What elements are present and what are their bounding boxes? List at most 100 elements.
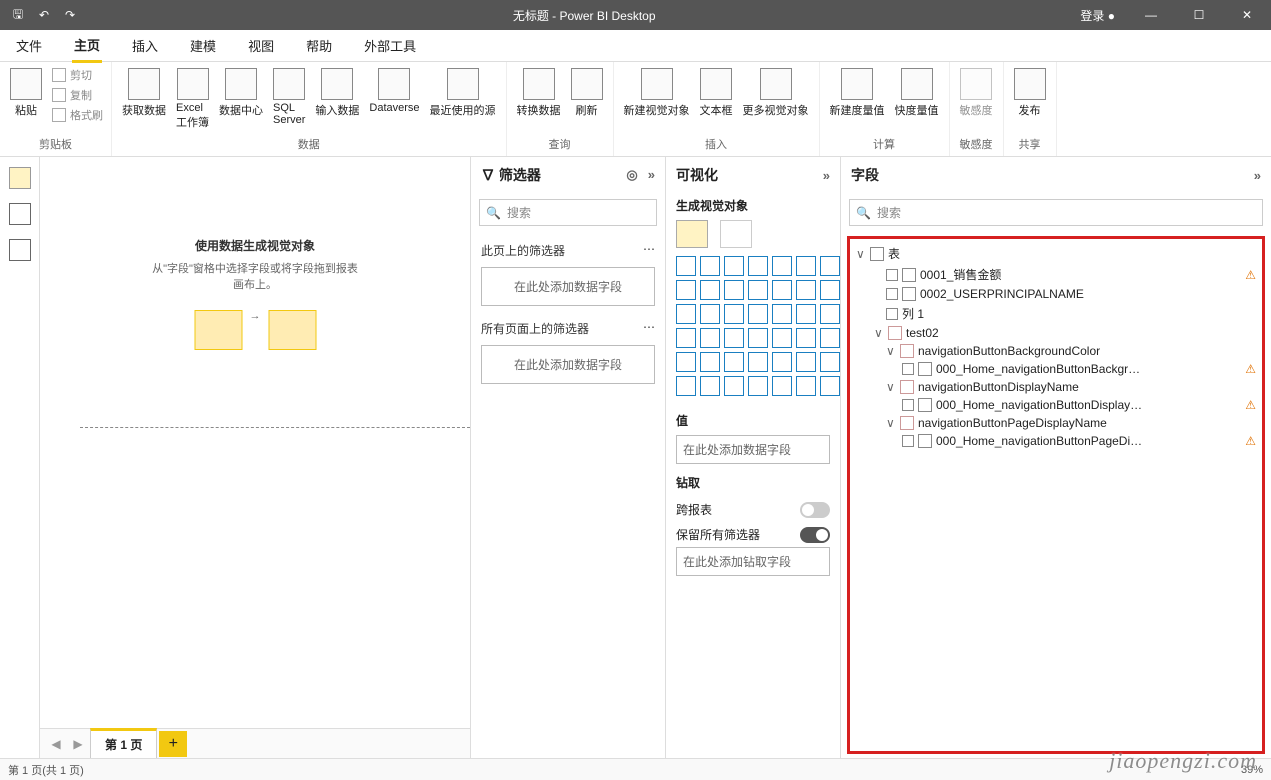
field-navigationButtonDisplayName[interactable]: ∨navigationButtonDisplayName — [852, 378, 1260, 396]
field-列 1[interactable]: 列 1 — [852, 303, 1260, 324]
all-pages-filter-drop[interactable]: 在此处添加数据字段 — [481, 345, 655, 384]
paste-button[interactable]: 粘贴 — [6, 66, 46, 120]
viz-type-18[interactable] — [772, 304, 792, 324]
tab-view[interactable]: 视图 — [246, 30, 276, 61]
copy-button[interactable]: 复制 — [50, 86, 105, 104]
viz-type-35[interactable] — [676, 376, 696, 396]
build-visual-mode[interactable] — [676, 220, 708, 248]
viz-type-27[interactable] — [820, 328, 840, 348]
field-000_Home_navigationButtonPageDi…[interactable]: 000_Home_navigationButtonPageDi…⚠ — [852, 432, 1260, 450]
add-page-button[interactable]: + — [159, 731, 187, 757]
viz-type-31[interactable] — [748, 352, 768, 372]
close-icon[interactable]: ✕ — [1225, 0, 1269, 30]
viz-type-29[interactable] — [700, 352, 720, 372]
field-0002_USERPRINCIPALNAME[interactable]: 0002_USERPRINCIPALNAME — [852, 285, 1260, 303]
tab-external[interactable]: 外部工具 — [362, 30, 418, 61]
viz-type-12[interactable] — [796, 280, 816, 300]
viz-type-17[interactable] — [748, 304, 768, 324]
save-icon[interactable]: 🖫 — [6, 3, 30, 27]
viz-type-32[interactable] — [772, 352, 792, 372]
page-tab-1[interactable]: 第 1 页 — [90, 728, 157, 758]
viz-type-4[interactable] — [772, 256, 792, 276]
tab-insert[interactable]: 插入 — [130, 30, 160, 61]
calc-btn-1[interactable]: 快度量值 — [891, 66, 943, 120]
filter-search-input[interactable]: 🔍 搜索 — [479, 199, 657, 226]
viz-type-16[interactable] — [724, 304, 744, 324]
field-000_Home_navigationButtonDisplay…[interactable]: 000_Home_navigationButtonDisplay…⚠ — [852, 396, 1260, 414]
report-view-icon[interactable] — [9, 167, 31, 189]
query-btn-0[interactable]: 转换数据 — [513, 66, 565, 120]
viz-type-33[interactable] — [796, 352, 816, 372]
viz-type-5[interactable] — [796, 256, 816, 276]
field-test02[interactable]: ∨test02 — [852, 324, 1260, 342]
data-view-icon[interactable] — [9, 203, 31, 225]
viz-type-3[interactable] — [748, 256, 768, 276]
publish-button[interactable]: 发布 — [1010, 66, 1050, 120]
tab-help[interactable]: 帮助 — [304, 30, 334, 61]
redo-icon[interactable]: ↷ — [58, 3, 82, 27]
viz-type-8[interactable] — [700, 280, 720, 300]
tab-file[interactable]: 文件 — [14, 30, 44, 61]
viz-type-30[interactable] — [724, 352, 744, 372]
cut-button[interactable]: 剪切 — [50, 66, 105, 84]
format-visual-mode[interactable] — [720, 220, 752, 248]
tab-model[interactable]: 建模 — [188, 30, 218, 61]
data-btn-4[interactable]: 输入数据 — [311, 66, 363, 120]
viz-type-14[interactable] — [676, 304, 696, 324]
insert-btn-1[interactable]: 文本框 — [696, 66, 737, 120]
values-drop[interactable]: 在此处添加数据字段 — [676, 435, 830, 464]
viz-type-2[interactable] — [724, 256, 744, 276]
insert-btn-2[interactable]: 更多视觉对象 — [739, 66, 813, 120]
viz-type-28[interactable] — [676, 352, 696, 372]
undo-icon[interactable]: ↶ — [32, 3, 56, 27]
login-button[interactable]: 登录 ● — [1080, 7, 1115, 24]
tab-home[interactable]: 主页 — [72, 29, 102, 63]
viz-type-9[interactable] — [724, 280, 744, 300]
viz-type-38[interactable] — [748, 376, 768, 396]
collapse-viz-icon[interactable]: » — [823, 168, 830, 183]
viz-type-7[interactable] — [676, 280, 696, 300]
viz-type-1[interactable] — [700, 256, 720, 276]
viz-type-13[interactable] — [820, 280, 840, 300]
drill-drop[interactable]: 在此处添加钻取字段 — [676, 547, 830, 576]
data-btn-1[interactable]: Excel工作簿 — [172, 66, 213, 132]
viz-type-23[interactable] — [724, 328, 744, 348]
page-next-icon[interactable]: ▶ — [68, 737, 88, 751]
table-node[interactable]: ∨表 — [852, 243, 1260, 264]
data-btn-0[interactable]: 获取数据 — [118, 66, 170, 120]
viz-type-39[interactable] — [772, 376, 792, 396]
viz-type-40[interactable] — [796, 376, 816, 396]
viz-type-20[interactable] — [820, 304, 840, 324]
collapse-fields-icon[interactable]: » — [1254, 168, 1261, 183]
maximize-icon[interactable]: ☐ — [1177, 0, 1221, 30]
page-prev-icon[interactable]: ◀ — [46, 737, 66, 751]
viz-type-0[interactable] — [676, 256, 696, 276]
viz-type-6[interactable] — [820, 256, 840, 276]
fields-search-input[interactable]: 🔍 搜索 — [849, 199, 1263, 226]
viz-type-36[interactable] — [700, 376, 720, 396]
field-navigationButtonBackgroundColor[interactable]: ∨navigationButtonBackgroundColor — [852, 342, 1260, 360]
data-btn-6[interactable]: 最近使用的源 — [426, 66, 500, 120]
data-btn-5[interactable]: Dataverse — [365, 66, 423, 116]
viz-type-19[interactable] — [796, 304, 816, 324]
viz-type-26[interactable] — [796, 328, 816, 348]
field-000_Home_navigationButtonBackgr…[interactable]: 000_Home_navigationButtonBackgr…⚠ — [852, 360, 1260, 378]
viz-type-11[interactable] — [772, 280, 792, 300]
format-painter-button[interactable]: 格式刷 — [50, 106, 105, 124]
viz-type-25[interactable] — [772, 328, 792, 348]
query-btn-1[interactable]: 刷新 — [567, 66, 607, 120]
collapse-filters-icon[interactable]: » — [648, 167, 655, 183]
data-btn-3[interactable]: SQLServer — [269, 66, 309, 128]
viz-type-24[interactable] — [748, 328, 768, 348]
viz-type-37[interactable] — [724, 376, 744, 396]
viz-type-10[interactable] — [748, 280, 768, 300]
insert-btn-0[interactable]: 新建视觉对象 — [620, 66, 694, 120]
data-btn-2[interactable]: 数据中心 — [215, 66, 267, 120]
viz-type-22[interactable] — [700, 328, 720, 348]
field-0001_销售金额[interactable]: 0001_销售金额⚠ — [852, 264, 1260, 285]
eye-icon[interactable]: ◎ — [626, 167, 637, 183]
viz-type-21[interactable] — [676, 328, 696, 348]
more-icon[interactable]: ⋯ — [643, 320, 655, 337]
calc-btn-0[interactable]: 新建度量值 — [826, 66, 889, 120]
viz-type-41[interactable] — [820, 376, 840, 396]
